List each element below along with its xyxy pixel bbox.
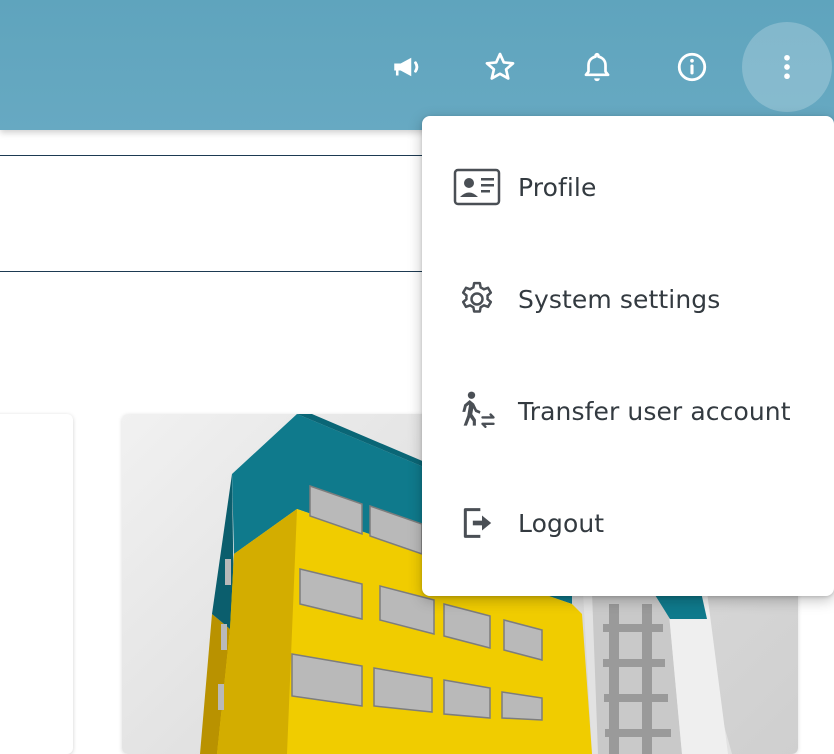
menu-item-label: Profile	[518, 172, 597, 202]
favorites-button[interactable]	[455, 22, 545, 112]
more-options-button[interactable]	[742, 22, 832, 112]
menu-item-system-settings[interactable]: System settings	[422, 243, 834, 355]
notifications-button[interactable]	[552, 22, 642, 112]
project-card[interactable]	[0, 414, 73, 754]
top-app-bar	[0, 0, 834, 130]
menu-item-logout[interactable]: Logout	[422, 467, 834, 579]
info-button[interactable]	[647, 22, 737, 112]
menu-item-profile[interactable]: Profile	[422, 131, 834, 243]
logout-icon	[463, 508, 492, 538]
menu-item-label: System settings	[518, 284, 721, 314]
transfer-user-icon	[462, 391, 495, 428]
more-vertical-icon	[784, 54, 790, 80]
menu-item-label: Transfer user account	[518, 396, 791, 426]
megaphone-icon	[394, 57, 419, 77]
bell-icon	[584, 52, 610, 82]
id-card-icon	[453, 168, 501, 206]
gear-icon	[461, 281, 493, 313]
menu-item-label: Logout	[518, 508, 605, 538]
menu-item-transfer-user-account[interactable]: Transfer user account	[422, 355, 834, 467]
search-panel[interactable]	[0, 155, 440, 272]
info-icon	[677, 52, 707, 82]
user-menu: Profile System settings Transfer user ac…	[422, 116, 834, 596]
star-icon	[485, 52, 515, 80]
announcement-button[interactable]	[362, 22, 452, 112]
